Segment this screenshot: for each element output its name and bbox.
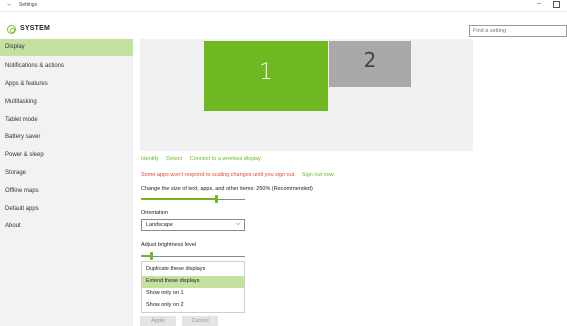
sidebar-item-label: Display: [5, 44, 25, 50]
sidebar-item-label: Offline maps: [5, 188, 39, 194]
menu-item-show-only-2[interactable]: Show only on 2: [142, 300, 244, 312]
monitor-2-tile[interactable]: 2: [329, 41, 411, 87]
title-bar: ← Settings –: [0, 0, 567, 12]
search-placeholder: Find a setting: [473, 28, 507, 34]
orientation-label: Orientation: [141, 210, 168, 216]
sidebar-item-label: Storage: [5, 170, 27, 176]
sidebar-item-tablet-mode[interactable]: Tablet mode: [0, 112, 133, 129]
brightness-slider-thumb[interactable]: [150, 252, 153, 260]
minimize-icon[interactable]: –: [537, 0, 541, 7]
scaling-label: Change the size of text, apps, and other…: [141, 186, 313, 192]
sidebar-item-multitasking[interactable]: Multitasking: [0, 94, 133, 111]
cancel-button-label: Cancel: [191, 318, 209, 324]
sidebar-item-about[interactable]: About: [0, 218, 133, 235]
scaling-slider-thumb[interactable]: [215, 195, 218, 203]
menu-item-label: Extend these displays: [146, 278, 200, 284]
orientation-value: Landscape: [146, 222, 173, 228]
sidebar-item-notifications[interactable]: Notifications & actions: [0, 58, 133, 75]
sidebar-item-label: Default apps: [5, 206, 39, 212]
monitor-1-tile[interactable]: 1: [204, 41, 328, 111]
multiple-displays-menu: Duplicate these displays Extend these di…: [141, 261, 245, 313]
window-title: Settings: [19, 2, 38, 8]
sidebar-item-label: Notifications & actions: [5, 63, 65, 69]
scaling-warning-text: Some apps won't respond to scaling chang…: [141, 172, 296, 178]
gear-icon: [7, 25, 16, 34]
sidebar-item-label: About: [5, 223, 21, 229]
menu-item-label: Show only on 1: [146, 290, 184, 296]
wireless-display-link[interactable]: Connect to a wireless display: [190, 156, 261, 162]
cancel-button[interactable]: Cancel: [182, 316, 218, 326]
apply-button-label: Apply: [151, 318, 165, 324]
sidebar-item-offline-maps[interactable]: Offline maps: [0, 183, 133, 200]
maximize-icon[interactable]: [553, 1, 560, 8]
search-input[interactable]: Find a setting: [469, 25, 567, 37]
menu-item-label: Show only on 2: [146, 302, 184, 308]
orientation-dropdown[interactable]: Landscape ⌵: [141, 219, 245, 231]
display-links: Identify Detect Connect to a wireless di…: [141, 156, 267, 162]
sidebar-item-battery-saver[interactable]: Battery saver: [0, 129, 133, 146]
scaling-slider-fill: [141, 198, 216, 200]
menu-item-show-only-1[interactable]: Show only on 1: [142, 288, 244, 300]
sidebar-item-label: Multitasking: [5, 99, 37, 105]
monitor-2-number: 2: [363, 48, 377, 72]
menu-item-extend[interactable]: Extend these displays: [142, 276, 244, 288]
sidebar-item-label: Battery saver: [5, 134, 41, 140]
monitor-1-number: 1: [259, 60, 273, 85]
back-arrow-icon[interactable]: ←: [6, 1, 13, 8]
detect-link[interactable]: Detect: [166, 156, 182, 162]
sidebar-item-apps-features[interactable]: Apps & features: [0, 76, 133, 93]
brightness-slider-track: [141, 256, 245, 257]
settings-window: ← Settings – SYSTEM Find a setting Displ…: [0, 0, 567, 326]
scaling-warning: Some apps won't respond to scaling chang…: [141, 172, 334, 178]
sidebar-item-storage[interactable]: Storage: [0, 165, 133, 182]
brightness-label: Adjust brightness level: [141, 242, 197, 248]
sidebar-item-default-apps[interactable]: Default apps: [0, 201, 133, 218]
sidebar-item-power-sleep[interactable]: Power & sleep: [0, 147, 133, 164]
sidebar-item-display[interactable]: Display: [0, 39, 133, 56]
sidebar: Display Notifications & actions Apps & f…: [0, 39, 133, 326]
page-title: SYSTEM: [20, 25, 50, 32]
chevron-down-icon: ⌵: [236, 221, 241, 227]
apply-button[interactable]: Apply: [140, 316, 176, 326]
sidebar-item-label: Apps & features: [5, 81, 48, 87]
sidebar-item-label: Power & sleep: [5, 152, 44, 158]
sidebar-item-label: Tablet mode: [5, 117, 38, 123]
identify-link[interactable]: Identify: [141, 156, 159, 162]
menu-item-duplicate[interactable]: Duplicate these displays: [142, 264, 244, 276]
sign-out-link[interactable]: Sign out now: [302, 172, 334, 178]
menu-item-label: Duplicate these displays: [146, 266, 206, 272]
